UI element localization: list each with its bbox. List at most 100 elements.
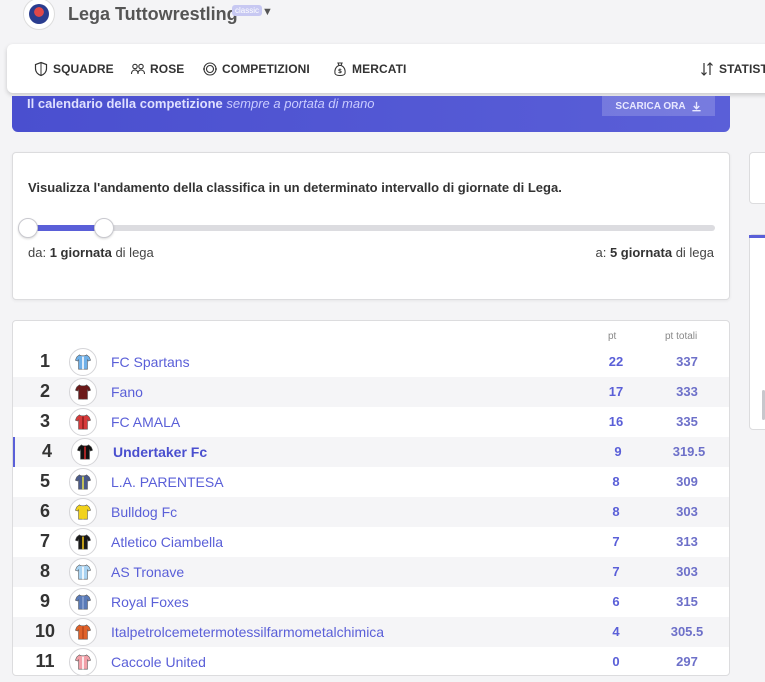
team-total-points: 313 xyxy=(676,534,698,549)
download-icon xyxy=(691,101,701,111)
nav-rose-label: ROSE xyxy=(150,62,185,76)
download-button[interactable]: SCARICA ORA xyxy=(602,96,715,116)
table-row[interactable]: 2 Fano 17 333 xyxy=(13,377,729,407)
league-logo[interactable] xyxy=(23,0,55,30)
main-nav: SQUADRE ROSE COMPETIZIONI $ MERCATI STAT… xyxy=(7,44,765,93)
range-slider-fill xyxy=(28,225,104,231)
team-name-link[interactable]: Atletico Ciambella xyxy=(111,534,223,550)
trophy-icon xyxy=(203,62,217,76)
range-from-text: da: 1 giornata di lega xyxy=(28,245,154,260)
team-points: 6 xyxy=(612,594,620,609)
team-total-points: 333 xyxy=(676,384,698,399)
team-name-link[interactable]: FC AMALA xyxy=(111,414,180,430)
team-points: 8 xyxy=(612,474,620,489)
team-jersey-icon xyxy=(69,588,97,616)
top-bar: Lega Tuttowrestling classic ▼ xyxy=(0,0,765,40)
league-type-badge: classic xyxy=(232,5,263,16)
nav-competizioni-label: COMPETIZIONI xyxy=(222,62,310,76)
team-total-points: 303 xyxy=(676,504,698,519)
sort-arrows-icon xyxy=(701,62,713,76)
team-name-link[interactable]: AS Tronave xyxy=(111,564,184,580)
nav-mercati-label: MERCATI xyxy=(352,62,407,76)
range-slider[interactable] xyxy=(18,218,715,238)
range-from-value: 1 giornata xyxy=(49,245,112,260)
range-description: Visualizza l'andamento della classifica … xyxy=(28,180,562,195)
standings-table: pt pt totali 1 FC Spartans 22 337 2 Fano 17 333… xyxy=(12,320,730,676)
team-jersey-icon xyxy=(69,498,97,526)
team-name-link[interactable]: L.A. PARENTESA xyxy=(111,474,224,490)
nav-statistiche[interactable]: STATIST xyxy=(699,61,765,77)
rank: 5 xyxy=(39,471,50,491)
range-to-text: a: 5 giornata di lega xyxy=(595,245,714,260)
team-points: 4 xyxy=(612,624,620,639)
shield-icon xyxy=(34,61,48,77)
rank: 7 xyxy=(39,531,50,551)
nav-mercati[interactable]: $ MERCATI xyxy=(332,61,406,77)
nav-competizioni[interactable]: COMPETIZIONI xyxy=(202,61,310,77)
team-name-link[interactable]: Caccole United xyxy=(111,654,206,670)
table-row[interactable]: 11 Caccole United 0 297 xyxy=(13,647,729,677)
table-row[interactable]: 8 AS Tronave 7 303 xyxy=(13,557,729,587)
range-slider-end-handle[interactable] xyxy=(93,218,114,238)
team-jersey-icon xyxy=(69,648,97,676)
range-from-suffix: di lega xyxy=(115,245,154,260)
banner-subtitle: sempre a portata di mano xyxy=(226,96,375,111)
rank: 3 xyxy=(39,411,50,431)
team-name-link[interactable]: Italpetrolcemetermotessilfarmometalchimi… xyxy=(111,624,384,640)
league-name[interactable]: Lega Tuttowrestling xyxy=(68,4,238,25)
team-name-link[interactable]: Undertaker Fc xyxy=(113,444,207,460)
table-row[interactable]: 4 Undertaker Fc 9 319.5 xyxy=(13,437,729,467)
team-name-link[interactable]: Royal Foxes xyxy=(111,594,189,610)
team-total-points: 335 xyxy=(676,414,698,429)
team-points: 7 xyxy=(612,534,620,549)
range-card: Visualizza l'andamento della classifica … xyxy=(12,152,730,300)
team-points: 16 xyxy=(608,414,624,429)
nav-squadre[interactable]: SQUADRE xyxy=(33,61,114,77)
team-total-points: 297 xyxy=(676,654,698,669)
table-row[interactable]: 6 Bulldog Fc 8 303 xyxy=(13,497,729,527)
table-row[interactable]: 5 L.A. PARENTESA 8 309 xyxy=(13,467,729,497)
team-name-link[interactable]: Bulldog Fc xyxy=(111,504,177,520)
column-header-pt: pt xyxy=(608,331,617,342)
team-points: 17 xyxy=(608,384,624,399)
table-row[interactable]: 10 Italpetrolcemetermotessilfarmometalchi… xyxy=(13,617,729,647)
banner-title: Il calendario della competizione xyxy=(27,96,223,111)
people-icon xyxy=(130,63,146,75)
table-row[interactable]: 3 FC AMALA 16 335 xyxy=(13,407,729,437)
money-bag-icon: $ xyxy=(334,62,346,77)
column-header-pt-totali: pt totali xyxy=(665,331,698,342)
team-jersey-icon xyxy=(69,378,97,406)
rank: 1 xyxy=(39,351,50,371)
team-points: 7 xyxy=(612,564,620,579)
rank: 2 xyxy=(39,381,50,401)
team-points: 0 xyxy=(612,654,620,669)
team-points: 9 xyxy=(614,444,622,459)
table-row[interactable]: 7 Atletico Ciambella 7 313 xyxy=(13,527,729,557)
nav-squadre-label: SQUADRE xyxy=(53,62,114,76)
team-jersey-icon xyxy=(69,348,97,376)
table-row[interactable]: 1 FC Spartans 22 337 xyxy=(13,347,729,377)
chevron-down-icon[interactable]: ▼ xyxy=(262,6,273,18)
download-button-label: SCARICA ORA xyxy=(615,100,686,112)
team-jersey-icon xyxy=(69,468,97,496)
rank: 8 xyxy=(39,561,50,581)
range-from-prefix: da: xyxy=(28,245,47,260)
rank: 4 xyxy=(41,441,52,461)
team-total-points: 309 xyxy=(676,474,698,489)
table-row[interactable]: 9 Royal Foxes 6 315 xyxy=(13,587,729,617)
rank: 10 xyxy=(34,621,56,641)
team-jersey-icon xyxy=(69,558,97,586)
banner-text: Il calendario della competizione sempre … xyxy=(27,96,375,111)
team-total-points: 337 xyxy=(676,354,698,369)
team-name-link[interactable]: Fano xyxy=(111,384,143,400)
nav-rose[interactable]: ROSE xyxy=(130,61,184,77)
rank: 6 xyxy=(39,501,50,521)
range-slider-start-handle[interactable] xyxy=(18,218,38,238)
team-name-link[interactable]: FC Spartans xyxy=(111,354,190,370)
rank: 9 xyxy=(39,591,50,611)
range-to-suffix: di lega xyxy=(675,245,714,260)
svg-text:$: $ xyxy=(338,68,342,75)
nav-statistiche-label: STATIST xyxy=(719,62,765,76)
team-jersey-icon xyxy=(69,528,97,556)
team-total-points: 305.5 xyxy=(670,624,704,639)
